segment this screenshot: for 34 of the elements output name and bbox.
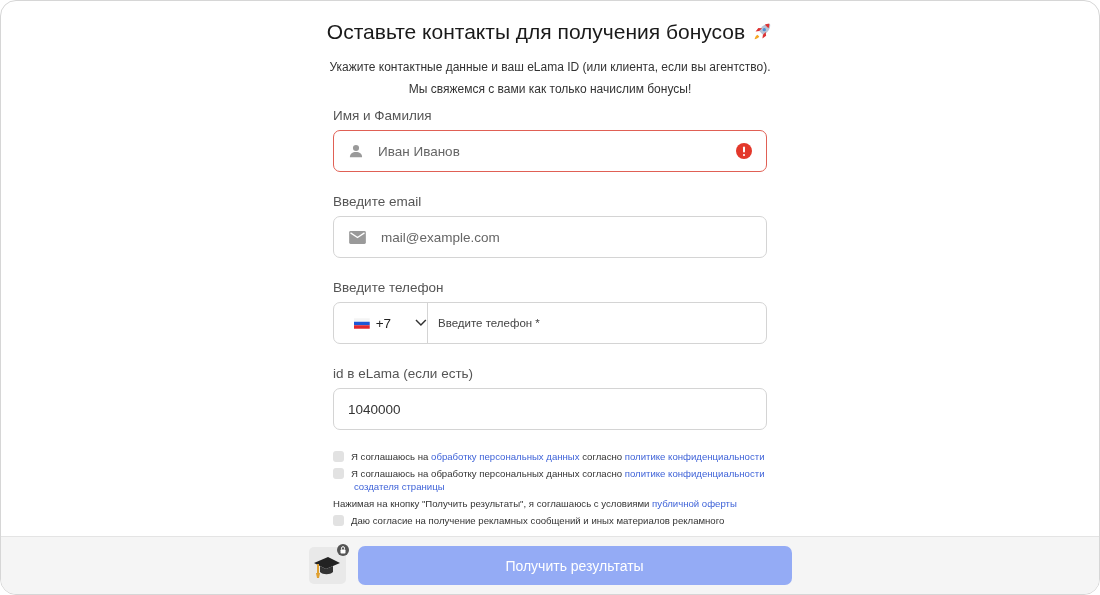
- name-field[interactable]: Иван Иванов: [333, 130, 767, 172]
- text-input[interactable]: 1040000: [348, 401, 752, 417]
- field-label: Введите email: [333, 194, 423, 209]
- graduation-cap-icon: [308, 547, 346, 584]
- phone-field[interactable]: +7 Введите телефон *: [333, 302, 767, 344]
- field-label: id в eLama (если есть): [333, 366, 475, 381]
- subtitle-text: Мы свяжемся с вами как только начислим бонусы!: [408, 81, 692, 98]
- field-label: Имя и Фамилия: [333, 108, 433, 123]
- policy-link[interactable]: обработку персональных данных: [431, 451, 580, 462]
- field-label: Введите телефон: [333, 280, 445, 295]
- consent-text: Даю согласие на получение рекламных сообщений и иных материалов рекламного: [351, 514, 725, 527]
- error-icon: [736, 143, 752, 159]
- terms-note: Нажимая на кнопку "Получить результаты", я соглашаюсь с условиями публичной оферты: [333, 497, 738, 510]
- envelope-icon: [349, 230, 366, 244]
- policy-link[interactable]: создателя страницы: [353, 480, 445, 493]
- phone-input[interactable]: Введите телефон *: [428, 317, 766, 329]
- flag-icon: [354, 317, 370, 329]
- policy-link[interactable]: политике конфиденциальности: [624, 451, 765, 462]
- chevron-down-icon: [415, 319, 427, 327]
- person-icon: [349, 144, 363, 158]
- country-code-dropdown[interactable]: +7: [334, 303, 428, 343]
- checkbox[interactable]: [333, 515, 344, 526]
- checkbox[interactable]: [333, 468, 344, 479]
- policy-link[interactable]: политике конфиденциальности: [624, 468, 765, 479]
- consent-text: Я соглашаюсь на обработку персональных данных согласно политике конфиденциальности создателя страницы: [351, 467, 766, 493]
- offer-link[interactable]: публичной оферты: [652, 498, 737, 509]
- text-input[interactable]: Иван Иванов: [378, 143, 728, 159]
- consent-text: Я соглашаюсь на обработку персональных данных согласно политике конфиденциальности: [351, 450, 765, 463]
- text-input[interactable]: mail@example.com: [381, 229, 752, 245]
- page-title: Оставьте контакты для получения бонусов: [326, 20, 746, 44]
- subtitle-text: Укажите контактные данные и ваш eLama ID (или клиента, если вы агентство).: [329, 59, 771, 76]
- id-field[interactable]: 1040000: [333, 388, 767, 430]
- email-field[interactable]: mail@example.com: [333, 216, 767, 258]
- checkbox[interactable]: [333, 451, 344, 462]
